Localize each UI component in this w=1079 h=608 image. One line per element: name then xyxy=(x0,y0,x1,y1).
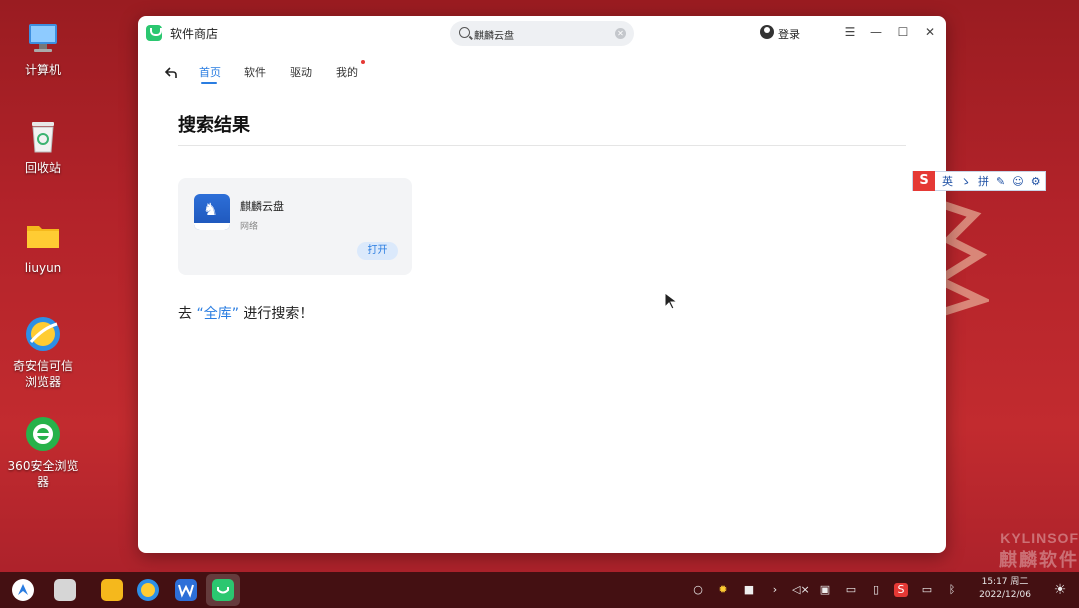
search-box[interactable]: ✕ xyxy=(450,21,634,46)
notification-tray-icon[interactable]: ▭ xyxy=(844,583,858,597)
battery-tray-icon[interactable]: ▭ xyxy=(920,583,934,597)
ime-handwrite-icon[interactable]: ✎ xyxy=(996,175,1005,188)
desktop-icon-label: 360安全浏览器 xyxy=(7,459,79,489)
tab-home[interactable]: 首页 xyxy=(199,64,221,80)
search-icon xyxy=(459,27,470,38)
software-store-taskbar-icon[interactable] xyxy=(212,579,234,601)
page-title: 搜索结果 xyxy=(178,115,250,136)
brightness-tray-icon[interactable]: ✹ xyxy=(716,583,730,597)
ime-lang-toggle[interactable]: 英 xyxy=(942,173,953,189)
mouse-cursor-icon xyxy=(664,292,678,310)
maximize-icon[interactable]: ☐ xyxy=(895,24,911,40)
tab-drivers[interactable]: 驱动 xyxy=(290,64,312,80)
screenshot-tray-icon[interactable]: ▣ xyxy=(818,583,832,597)
expand-tray-icon[interactable]: › xyxy=(768,583,782,597)
bluetooth-tray-icon[interactable]: ᛒ xyxy=(945,583,959,597)
desktop-icon-label: liuyun xyxy=(24,261,62,275)
kylin-cloud-disk-icon: ♞ xyxy=(194,194,230,230)
desktop-icon-computer[interactable]: 计算机 xyxy=(0,18,86,78)
desktop-icon-label: 回收站 xyxy=(24,161,61,175)
start-menu-icon[interactable] xyxy=(12,579,34,601)
tab-software[interactable]: 软件 xyxy=(244,64,266,80)
minimize-icon[interactable]: — xyxy=(868,24,884,40)
result-app-name: 麒麟云盘 xyxy=(240,200,284,213)
software-store-logo-icon xyxy=(146,25,162,41)
trash-icon xyxy=(23,116,63,156)
clear-search-icon[interactable]: ✕ xyxy=(615,28,626,39)
computer-icon xyxy=(23,18,63,58)
notification-dot xyxy=(361,60,365,64)
search-result-card[interactable]: ♞ 麒麟云盘 网络 打开 xyxy=(178,178,412,275)
login-button[interactable]: 登录 xyxy=(778,26,800,42)
qianxin-browser-icon xyxy=(23,314,63,354)
ime-punctuation-toggle[interactable]: ゝ xyxy=(960,173,971,189)
desktop-icon-trash[interactable]: 回收站 xyxy=(0,116,86,176)
back-arrow-icon[interactable] xyxy=(164,65,180,81)
clipboard-tray-icon[interactable]: ▯ xyxy=(869,583,883,597)
ime-skin-icon[interactable]: ☺ xyxy=(1012,175,1023,188)
nav-bar: 首页 软件 驱动 我的 xyxy=(138,60,946,86)
folder-icon xyxy=(23,216,63,256)
wps-icon[interactable] xyxy=(175,579,197,601)
qianxin-browser-taskbar-icon[interactable] xyxy=(137,579,159,601)
open-button[interactable]: 打开 xyxy=(357,242,398,260)
taskbar: ○ ✹ ■ › ◁× ▣ ▭ ▯ S ▭ ᛒ 15:17 周二 2022/12/… xyxy=(0,572,1079,608)
software-store-window: 软件商店 ✕ 登录 ☰ — ☐ ✕ 首页 软件 驱动 我的 搜索结果 ♞ 麒麟云… xyxy=(138,16,946,553)
theme-toggle-icon[interactable]: ☀ xyxy=(1053,583,1067,597)
desktop-icon-folder[interactable]: liuyun xyxy=(0,216,86,276)
titlebar[interactable]: 软件商店 ✕ 登录 ☰ — ☐ ✕ xyxy=(138,16,946,50)
clock[interactable]: 15:17 周二 2022/12/06 xyxy=(976,576,1034,602)
file-manager-icon[interactable] xyxy=(101,579,123,601)
ime-settings-icon[interactable]: ⚙ xyxy=(1031,175,1041,188)
camera-tray-icon[interactable]: ■ xyxy=(742,583,756,597)
result-app-category: 网络 xyxy=(240,222,259,232)
search-tray-icon[interactable]: ○ xyxy=(691,583,705,597)
divider xyxy=(178,145,906,146)
menu-icon[interactable]: ☰ xyxy=(842,24,858,40)
multitask-view-icon[interactable] xyxy=(54,579,76,601)
window-title: 软件商店 xyxy=(170,27,219,41)
full-library-link[interactable]: “全库” xyxy=(196,306,239,322)
desktop-icon-label: 计算机 xyxy=(24,63,61,77)
active-tab-indicator xyxy=(201,82,217,84)
desktop-icon-qianxin-browser[interactable]: 奇安信可信浏览器 xyxy=(0,314,86,390)
kylin-brand-mark: KYLINSOF 麒麟软件 xyxy=(999,530,1079,570)
search-input[interactable] xyxy=(474,26,604,42)
close-icon[interactable]: ✕ xyxy=(922,24,938,40)
360-browser-icon xyxy=(23,414,63,454)
ime-toolbar[interactable]: S 英 ゝ 拼 ✎ ☺ ⚙ xyxy=(912,171,1046,191)
user-avatar-icon[interactable] xyxy=(760,25,774,39)
tab-mine[interactable]: 我的 xyxy=(336,64,358,80)
desktop-icon-360-browser[interactable]: 360安全浏览器 xyxy=(0,414,86,490)
search-all-hint: 去 “全库” 进行搜索！ xyxy=(178,306,314,322)
volume-muted-icon[interactable]: ◁× xyxy=(792,583,810,597)
sogou-logo-icon: S xyxy=(913,171,935,191)
ime-pinyin-toggle[interactable]: 拼 xyxy=(978,173,989,189)
desktop-icon-label: 奇安信可信浏览器 xyxy=(12,359,73,389)
sogou-tray-icon[interactable]: S xyxy=(894,583,908,597)
